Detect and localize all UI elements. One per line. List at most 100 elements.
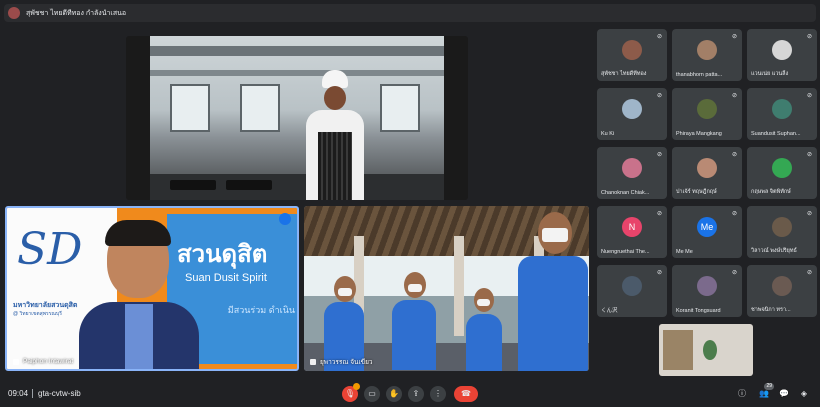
avatar: [697, 40, 717, 60]
participant-name: thanabhorn patta...: [676, 72, 723, 78]
avatar: [697, 158, 717, 178]
present-button[interactable]: ⇪: [408, 386, 424, 402]
participant-tile[interactable]: ⊘ แวนเน่ย แวนลิ้ง: [747, 29, 817, 81]
leave-call-button[interactable]: ☎: [454, 386, 478, 402]
raise-hand-button[interactable]: ✋: [386, 386, 402, 402]
mic-toggle-button[interactable]: 🎙: [342, 383, 360, 402]
avatar: [622, 99, 642, 119]
mic-muted-icon: ⊘: [806, 93, 812, 99]
avatar: [772, 158, 792, 178]
mic-muted-icon: ⊘: [656, 34, 662, 40]
mic-muted-icon: ⊘: [731, 34, 737, 40]
participant-tile[interactable]: N ⊘ Nuengruethai The...: [597, 206, 667, 258]
participant-tile[interactable]: Me ⊘ Me Me: [672, 206, 742, 258]
mic-muted-icon: ⊘: [656, 93, 662, 99]
phone-hangup-icon: ☎: [461, 389, 471, 398]
participant-name: ยุพาวรรณ จันเขียว: [310, 357, 373, 367]
participant-tile[interactable]: ⊘ Ku Ki: [597, 88, 667, 140]
pin-icon: [310, 359, 316, 365]
participant-tile[interactable]: ⊘ Chanoknan Chiak...: [597, 147, 667, 199]
avatar: [697, 99, 717, 119]
avatar: [622, 158, 642, 178]
participant-name: Ku Ki: [601, 131, 615, 137]
avatar: [622, 276, 642, 296]
participant-tile[interactable]: ⊘ Phiraya Mangkang: [672, 88, 742, 140]
warning-badge: [353, 383, 360, 390]
participant-tile[interactable]: ⊘ วิลาวณ์ พงษ์ปริยุทธ์: [747, 206, 817, 258]
meeting-controls-bar: 09:04 gta-cvtw-sib 🎙 ▭ ✋ ⇪ ⋮ ☎ ⓘ 👥 29 💬 …: [0, 381, 820, 407]
avatar: [772, 276, 792, 296]
participant-name: Koranit Tongsuard: [676, 308, 721, 314]
participant-name: Me Me: [676, 249, 693, 255]
camera-toggle-button[interactable]: ▭: [364, 386, 380, 402]
presenter-figure: [79, 220, 199, 369]
presenting-banner: สุพัชชา ไทยดีทีทอง กำลังนำเสนอ: [4, 4, 816, 22]
mic-muted-icon: ⊘: [731, 93, 737, 99]
avatar: [772, 40, 792, 60]
avatar: N: [622, 217, 642, 237]
divider: [32, 389, 33, 398]
clock: 09:04: [8, 389, 29, 398]
participant-name: Chanoknan Chiak...: [601, 190, 650, 196]
participant-count-badge: 29: [764, 383, 774, 390]
participant-name-label: ยุพาวรรณ จันเขียว: [320, 359, 373, 366]
participant-tile[interactable]: ⊘ Suandusit Suphan...: [747, 88, 817, 140]
avatar: [622, 40, 642, 60]
participant-name: くん沢: [601, 308, 618, 314]
mic-muted-icon: ⊘: [656, 211, 662, 217]
mic-muted-icon: ⊘: [806, 34, 812, 40]
participant-name-label: Paiphon Intawirat: [23, 358, 74, 365]
chat-button[interactable]: 💬: [778, 388, 790, 400]
participant-tile[interactable]: ⊘ กฤษพล จิตพิทักษ์: [747, 147, 817, 199]
avatar: [772, 217, 792, 237]
presenting-label: สุพัชชา ไทยดีทีทอง กำลังนำเสนอ: [26, 9, 127, 17]
pin-icon: [13, 358, 19, 365]
meeting-info-button[interactable]: ⓘ: [736, 388, 748, 400]
avatar: [697, 276, 717, 296]
avatar: [772, 99, 792, 119]
presentation-video[interactable]: [126, 36, 468, 200]
mic-muted-icon: ⊘: [731, 270, 737, 276]
participant-tile[interactable]: ⊘ くん沢: [597, 265, 667, 317]
participant-name: กฤษพล จิตพิทักษ์: [751, 189, 791, 195]
banner-side-text: มีสวนร่วม ดำเนิน: [227, 305, 295, 315]
participant-name: Suandusit Suphan...: [751, 131, 801, 137]
participant-tile-active-speaker[interactable]: SD มหาวิทยาลัยสวนดุสิต @ วิทยาเขตสุพรรณบ…: [5, 206, 299, 371]
camera-icon: ▭: [368, 389, 376, 398]
mic-muted-icon: ⊘: [806, 152, 812, 158]
participant-tile-students[interactable]: ยุพาวรรณ จันเขียว: [304, 206, 589, 371]
chat-icon: 💬: [779, 389, 789, 398]
mic-muted-icon: ⊘: [806, 211, 812, 217]
activities-button[interactable]: ◈: [798, 388, 810, 400]
participant-tile[interactable]: ⊘ Koranit Tongsuard: [672, 265, 742, 317]
participant-tile[interactable]: ⊘ ชาพจนิกา ทรา...: [747, 265, 817, 317]
participant-tile[interactable]: ⊘ thanabhorn patta...: [672, 29, 742, 81]
mic-off-icon: 🎙: [344, 389, 356, 398]
mic-muted-icon: ⊘: [731, 211, 737, 217]
people-icon: 👥: [759, 389, 769, 398]
participant-name: ปาเจ้ร์ ทฤษฎีกฤษ์: [676, 189, 717, 195]
activities-icon: ◈: [800, 389, 808, 398]
participant-name: Paiphon Intawirat: [13, 358, 73, 365]
people-button[interactable]: 👥 29: [758, 383, 774, 400]
meet-window: สุพัชชา ไทยดีทีทอง กำลังนำเสนอ SD มหาวิท…: [0, 0, 820, 407]
self-view-tile[interactable]: [659, 324, 753, 376]
kitchen-scene: [150, 36, 444, 200]
participant-name: สุพัชชา ไทยดีทีทอง: [601, 71, 647, 77]
chef-figure: [300, 70, 370, 200]
participant-name: Nuengruethai The...: [601, 249, 650, 255]
info-icon: ⓘ: [738, 389, 746, 398]
avatar: Me: [697, 217, 717, 237]
participant-name: วิลาวณ์ พงษ์ปริยุทธ์: [751, 248, 797, 254]
more-vert-icon: ⋮: [434, 389, 442, 398]
mic-muted-icon: ⊘: [656, 152, 662, 158]
participant-tile[interactable]: ⊘ สุพัชชา ไทยดีทีทอง: [597, 29, 667, 81]
speaking-indicator-icon: [279, 213, 291, 225]
meeting-code: gta-cvtw-sib: [38, 389, 81, 398]
mic-muted-icon: ⊘: [806, 270, 812, 276]
participant-name: Phiraya Mangkang: [676, 131, 722, 137]
presenter-avatar: [8, 7, 20, 19]
participant-tile[interactable]: ⊘ ปาเจ้ร์ ทฤษฎีกฤษ์: [672, 147, 742, 199]
mic-muted-icon: ⊘: [731, 152, 737, 158]
more-options-button[interactable]: ⋮: [430, 386, 446, 402]
